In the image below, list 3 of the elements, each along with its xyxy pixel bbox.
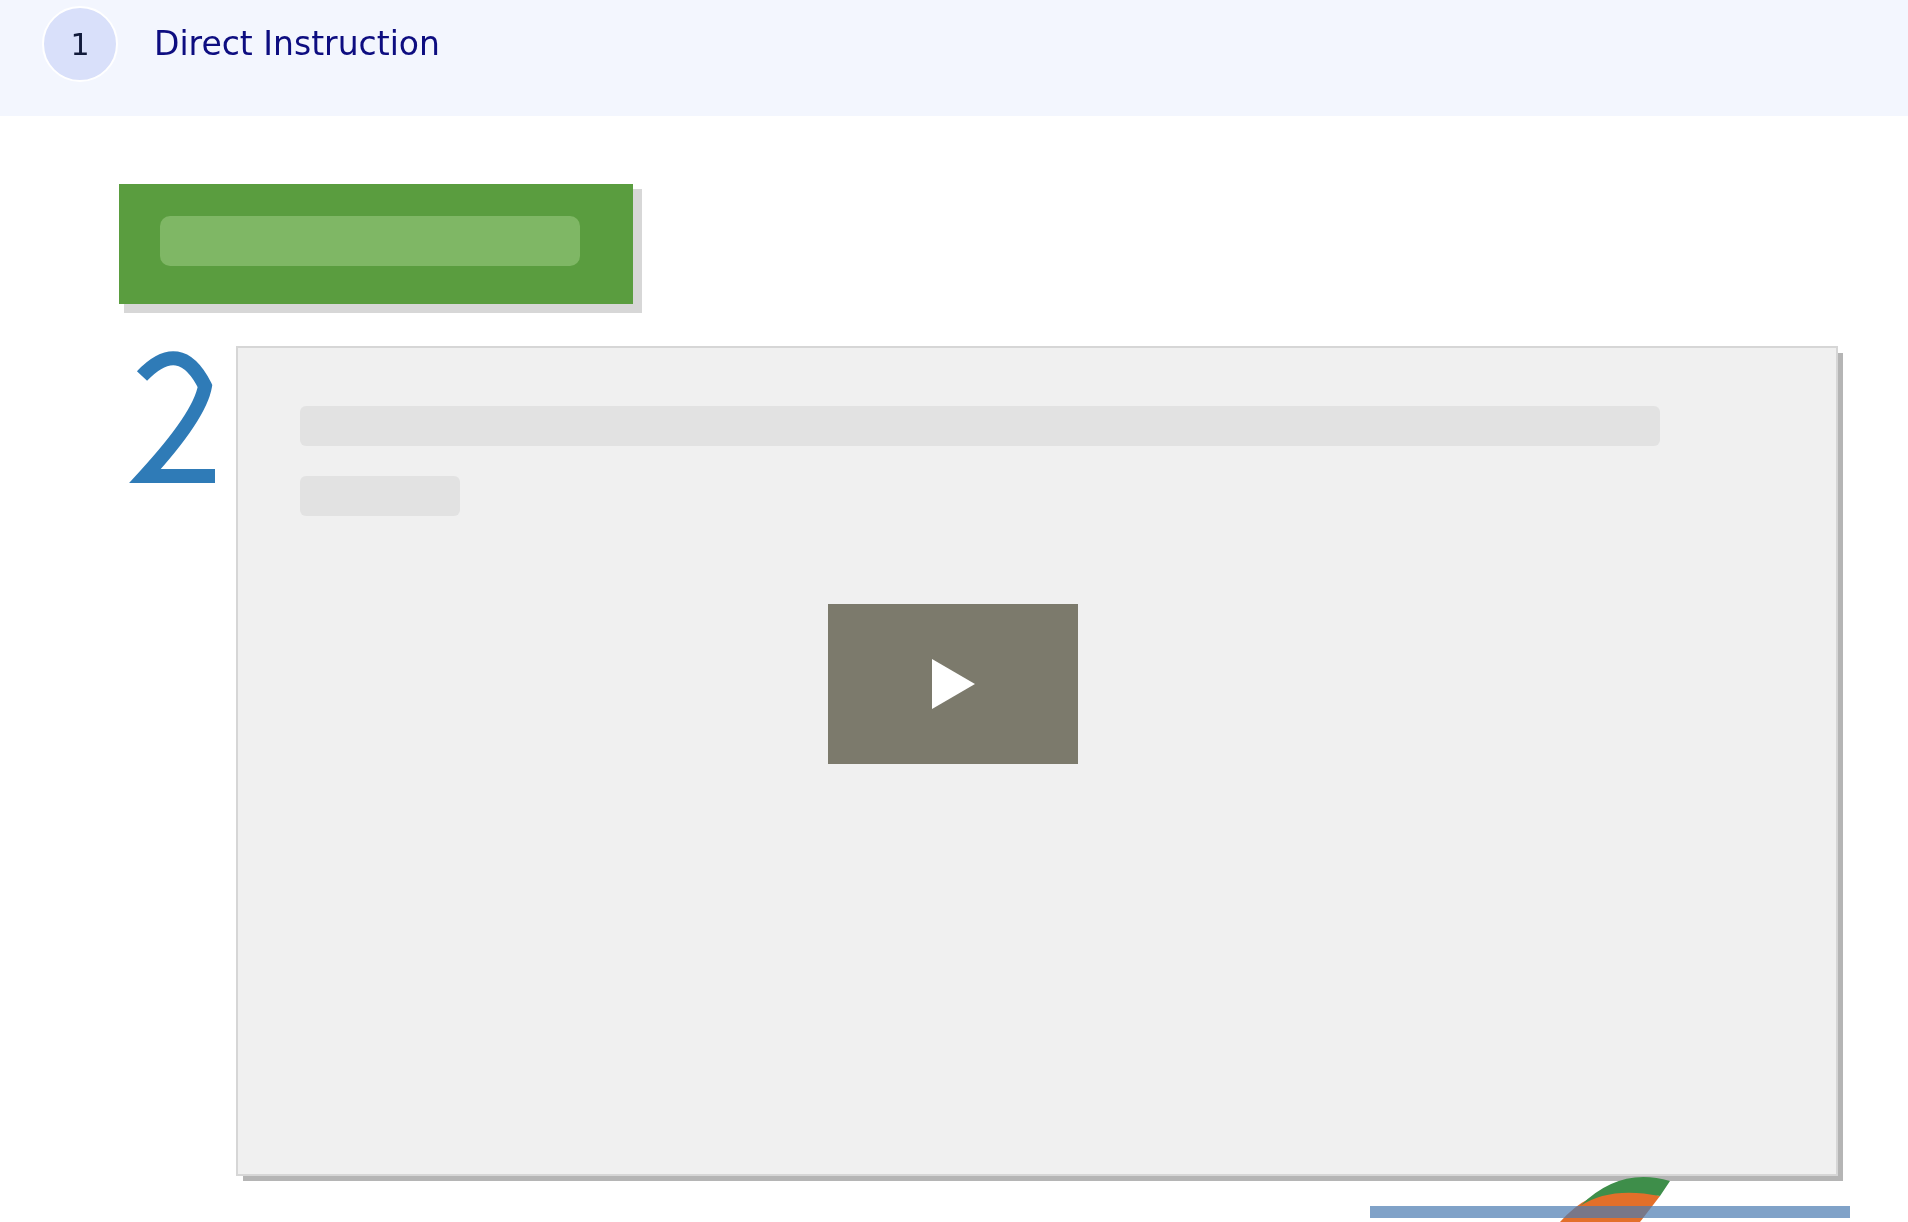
step-number: 1: [42, 6, 118, 82]
play-button[interactable]: [828, 604, 1078, 764]
section-title: Direct Instruction: [154, 23, 440, 65]
